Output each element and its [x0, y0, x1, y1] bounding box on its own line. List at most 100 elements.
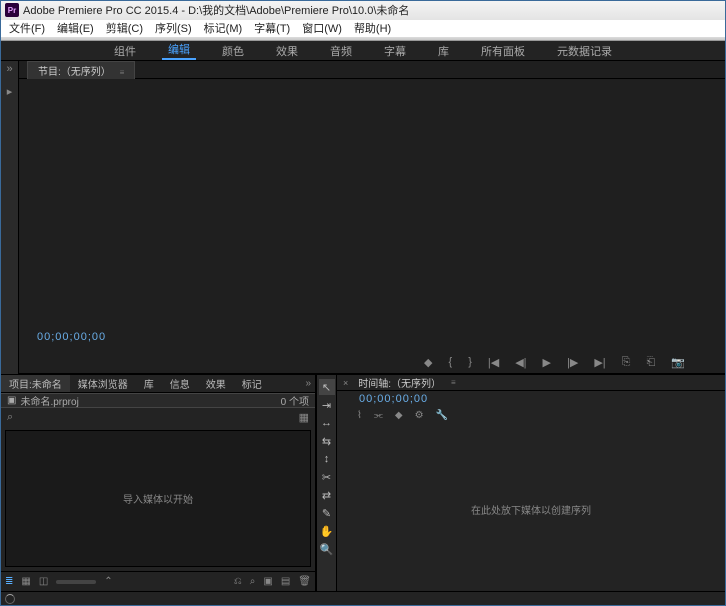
- zoom-tool[interactable]: 🔍: [319, 541, 335, 557]
- step-back-icon[interactable]: ◀|: [515, 356, 526, 369]
- project-tab-row: 项目:未命名 媒体浏览器 库 信息 效果 标记 »: [1, 375, 315, 393]
- menu-edit[interactable]: 编辑(E): [51, 20, 100, 36]
- thumb-size-slider[interactable]: [56, 580, 96, 584]
- expand-handle-icon[interactable]: »: [6, 61, 12, 77]
- new-item-icon[interactable]: ▤: [281, 576, 290, 587]
- workspace-library[interactable]: 库: [432, 43, 455, 59]
- go-to-out-icon[interactable]: ▶|: [594, 356, 605, 369]
- project-footer: ≣ ▦ ◫ ⌃ ⎌ ⌕ ▣ ▤ 🗑: [1, 571, 315, 591]
- icon-view-icon[interactable]: ▦: [21, 576, 30, 587]
- search-icon[interactable]: ⌕: [7, 411, 13, 424]
- project-filename: 未命名.prproj: [20, 393, 78, 408]
- app-icon: Pr: [5, 3, 19, 17]
- track-select-tool[interactable]: ⇥: [319, 397, 335, 413]
- progress-spinner-icon: [5, 594, 15, 604]
- window-title: Adobe Premiere Pro CC 2015.4 - D:\我的文档\A…: [23, 2, 409, 18]
- snap-icon[interactable]: ⌇: [357, 410, 362, 421]
- tab-markers[interactable]: 标记: [234, 375, 270, 392]
- close-tab-icon[interactable]: ×: [343, 378, 348, 388]
- new-bin-icon[interactable]: ▣: [263, 576, 272, 587]
- source-panel-collapsed[interactable]: » ▸: [1, 61, 19, 374]
- tab-project[interactable]: 项目:未命名: [1, 375, 70, 392]
- marker-icon: ▸: [7, 83, 13, 100]
- workspace-title[interactable]: 字幕: [378, 43, 412, 59]
- ripple-edit-tool[interactable]: ↔: [319, 415, 335, 431]
- timeline-option-icons: ⌇ ⫘ ◆ ⚙ 🔧: [337, 407, 725, 423]
- workspace-effects[interactable]: 效果: [270, 43, 304, 59]
- tab-media-browser[interactable]: 媒体浏览器: [70, 375, 136, 392]
- timeline-timecode[interactable]: 00;00;00;00: [337, 391, 725, 405]
- status-bar: [1, 591, 725, 605]
- step-forward-icon[interactable]: |▶: [567, 356, 578, 369]
- list-view-icon[interactable]: ≣: [5, 576, 13, 587]
- tab-library[interactable]: 库: [136, 375, 162, 392]
- linked-selection-icon[interactable]: ⫘: [374, 410, 383, 421]
- workspace-metadata[interactable]: 元数据记录: [551, 43, 618, 59]
- wrench-icon[interactable]: 🔧: [436, 410, 448, 421]
- add-marker-icon[interactable]: ◆: [395, 410, 403, 421]
- export-frame-icon[interactable]: 📷: [671, 356, 685, 369]
- trash-icon[interactable]: 🗑: [298, 576, 311, 587]
- pen-tool[interactable]: ✎: [319, 505, 335, 521]
- menu-file[interactable]: 文件(F): [3, 20, 51, 36]
- extract-icon[interactable]: ⎗: [646, 356, 655, 369]
- go-to-in-icon[interactable]: |◀: [488, 356, 499, 369]
- drop-media-message: 在此处放下媒体以创建序列: [471, 502, 591, 517]
- tools-panel: ↖ ⇥ ↔ ⇆ ↕ ✂ ⇄ ✎ ✋ 🔍: [317, 375, 337, 591]
- program-tab[interactable]: 节目:（无序列） ≡: [27, 61, 135, 79]
- rate-stretch-tool[interactable]: ↕: [319, 451, 335, 467]
- slip-tool[interactable]: ⇄: [319, 487, 335, 503]
- mark-in-icon[interactable]: {: [449, 356, 453, 368]
- workspace-tabs: 组件 编辑 颜色 效果 音频 字幕 库 所有面板 元数据记录: [1, 41, 725, 61]
- bin-folder-icon[interactable]: ▦: [299, 411, 309, 424]
- menu-window[interactable]: 窗口(W): [296, 20, 348, 36]
- hand-tool[interactable]: ✋: [319, 523, 335, 539]
- item-count: 0 个项: [281, 393, 309, 408]
- rolling-edit-tool[interactable]: ⇆: [319, 433, 335, 449]
- play-icon[interactable]: ▶: [543, 356, 551, 369]
- mark-out-icon[interactable]: }: [468, 356, 472, 368]
- program-timecode[interactable]: 00;00;00;00: [37, 331, 106, 343]
- project-search-row: ⌕ ▦: [1, 408, 315, 426]
- marker-button-icon[interactable]: ◆: [424, 356, 432, 369]
- selection-tool[interactable]: ↖: [319, 379, 335, 395]
- tabs-overflow-icon[interactable]: »: [305, 378, 311, 389]
- timeline-tab-row: × 时间轴:（无序列） ≡: [337, 375, 725, 391]
- project-panel: 项目:未命名 媒体浏览器 库 信息 效果 标记 » ▣ 未命名.prproj 0…: [1, 375, 317, 591]
- timeline-panel: × 时间轴:（无序列） ≡ 00;00;00;00 ⌇ ⫘ ◆ ⚙ 🔧 在此处放…: [337, 375, 725, 591]
- project-bin-area[interactable]: 导入媒体以开始: [5, 430, 311, 567]
- timeline-tab-label[interactable]: 时间轴:（无序列）: [352, 375, 447, 390]
- timeline-body[interactable]: 在此处放下媒体以创建序列: [337, 427, 725, 591]
- program-playback-controls: ◆ { } |◀ ◀| ▶ |▶ ▶| ⎘ ⎗ 📷: [19, 351, 725, 373]
- menu-help[interactable]: 帮助(H): [348, 20, 397, 36]
- program-monitor-viewport: 00;00;00;00: [19, 79, 725, 351]
- auto-match-icon[interactable]: ⎌: [234, 576, 242, 587]
- sequence-settings-icon[interactable]: ⚙: [415, 410, 424, 421]
- tab-effects[interactable]: 效果: [198, 375, 234, 392]
- program-tab-label: 节目:（无序列）: [38, 67, 111, 78]
- menu-title[interactable]: 字幕(T): [248, 20, 296, 36]
- menu-clip[interactable]: 剪辑(C): [100, 20, 149, 36]
- program-monitor-panel: 节目:（无序列） ≡ 00;00;00;00 ◆ { } |◀ ◀| ▶ |▶ …: [19, 61, 725, 374]
- workspace-allpanels[interactable]: 所有面板: [475, 43, 531, 59]
- freeform-view-icon[interactable]: ◫: [39, 576, 48, 587]
- tab-info[interactable]: 信息: [162, 375, 198, 392]
- menu-sequence[interactable]: 序列(S): [149, 20, 198, 36]
- razor-tool[interactable]: ✂: [319, 469, 335, 485]
- window-titlebar: Pr Adobe Premiere Pro CC 2015.4 - D:\我的文…: [1, 1, 725, 20]
- menu-marker[interactable]: 标记(M): [198, 20, 249, 36]
- find-icon[interactable]: ⌕: [250, 576, 256, 587]
- workspace-edit[interactable]: 编辑: [162, 41, 196, 60]
- workspace-audio[interactable]: 音频: [324, 43, 358, 59]
- sort-icon[interactable]: ⌃: [104, 576, 112, 587]
- lift-icon[interactable]: ⎘: [622, 356, 631, 369]
- workspace-components[interactable]: 组件: [108, 43, 142, 59]
- workspace-color[interactable]: 颜色: [216, 43, 250, 59]
- folder-icon: ▣: [7, 395, 16, 406]
- panel-menu-icon[interactable]: ≡: [451, 378, 456, 387]
- import-media-message: 导入媒体以开始: [123, 491, 193, 506]
- menubar: 文件(F) 编辑(E) 剪辑(C) 序列(S) 标记(M) 字幕(T) 窗口(W…: [1, 20, 725, 38]
- program-tab-row: 节目:（无序列） ≡: [19, 61, 725, 79]
- project-info-row: ▣ 未命名.prproj 0 个项: [1, 393, 315, 408]
- panel-menu-icon[interactable]: ≡: [120, 68, 125, 77]
